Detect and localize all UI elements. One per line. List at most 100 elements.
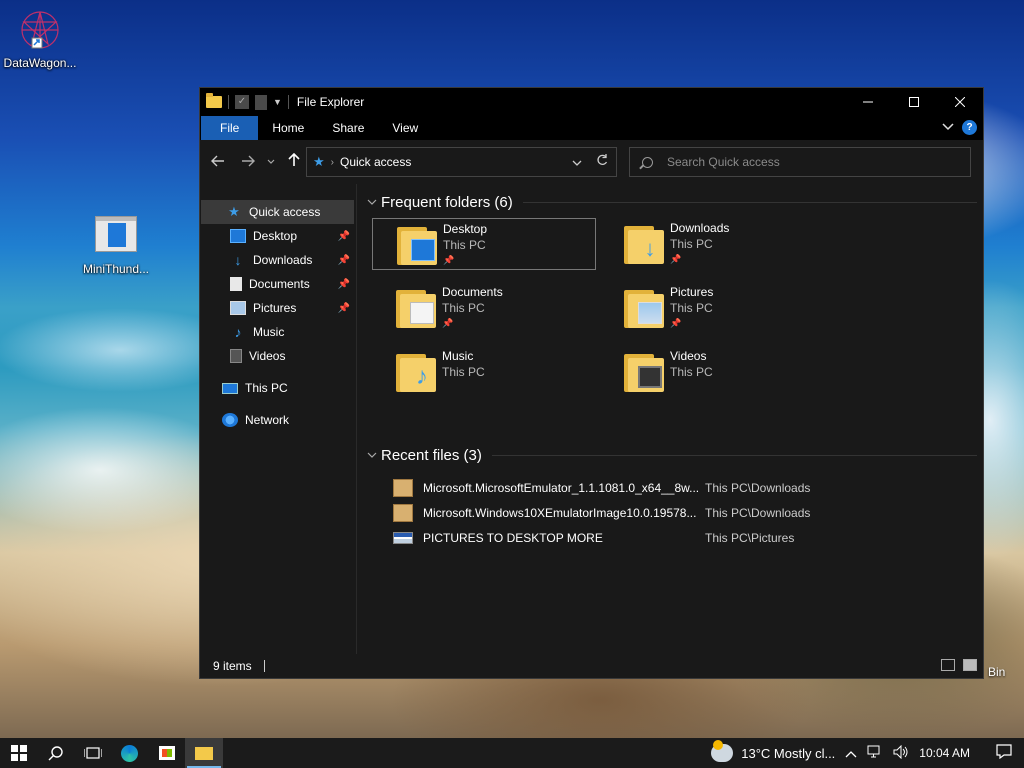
list-item[interactable]: Microsoft.MicrosoftEmulator_1.1.1081.0_x… (365, 475, 983, 500)
clock[interactable]: 10:04 AM (919, 746, 970, 760)
explorer-body: ★ Quick access Desktop 📌 ↓ Downloads 📌 D… (200, 184, 983, 654)
up-arrow-icon (288, 152, 300, 166)
search-input[interactable]: Search Quick access (667, 155, 780, 169)
pictures-folder-icon (624, 286, 664, 328)
address-history-button[interactable] (572, 154, 582, 169)
sidebar-item-documents[interactable]: Documents 📌 (200, 272, 356, 296)
list-item[interactable]: Microsoft.Windows10XEmulatorImage10.0.19… (365, 500, 983, 525)
recent-files-header[interactable]: Recent files (3) (365, 443, 983, 467)
task-view-button[interactable] (74, 738, 111, 768)
chevron-up-icon (845, 750, 857, 757)
image-icon (393, 531, 413, 544)
expand-ribbon-icon[interactable] (942, 122, 954, 134)
refresh-button[interactable] (596, 154, 608, 169)
forward-button[interactable] (236, 154, 260, 171)
details-view-icon[interactable] (941, 659, 955, 671)
show-hidden-icons-button[interactable] (845, 746, 857, 761)
network-status-icon[interactable] (867, 745, 883, 762)
sidebar-item-network[interactable]: Network (200, 408, 356, 432)
folder-tile-videos[interactable]: Videos This PC (600, 346, 824, 398)
up-button[interactable] (282, 152, 306, 171)
sidebar-item-pictures[interactable]: Pictures 📌 (200, 296, 356, 320)
recent-locations-button[interactable] (262, 157, 280, 168)
maximize-icon (909, 97, 919, 107)
title-bar[interactable]: ✓ ▼ File Explorer (200, 88, 983, 116)
store-button[interactable] (148, 738, 185, 768)
new-folder-icon[interactable] (255, 94, 267, 110)
weather-text[interactable]: 13°C Mostly cl... (741, 746, 835, 761)
recycle-bin-label[interactable]: Bin (988, 665, 1005, 679)
videos-folder-icon (624, 350, 664, 392)
help-icon[interactable]: ? (962, 120, 977, 135)
start-button[interactable] (0, 738, 37, 768)
sidebar-item-this-pc[interactable]: This PC (200, 376, 356, 400)
back-button[interactable] (206, 154, 230, 171)
pin-icon: 📌 (337, 278, 350, 290)
breadcrumb-separator-icon[interactable]: › (331, 157, 334, 168)
search-icon (48, 746, 63, 761)
weather-icon[interactable] (711, 740, 734, 762)
folder-tile-documents[interactable]: Documents This PC 📌 (372, 282, 596, 334)
breadcrumb-quick-access[interactable]: Quick access (340, 155, 411, 169)
search-box[interactable]: Search Quick access (629, 147, 971, 177)
chevron-down-icon (572, 160, 582, 166)
volume-icon[interactable] (893, 744, 909, 762)
list-item[interactable]: PICTURES TO DESKTOP MORE This PC\Picture… (365, 525, 983, 550)
downloads-folder-icon: ↓ (624, 222, 664, 264)
folder-name: Desktop (443, 222, 488, 236)
tab-view[interactable]: View (378, 116, 432, 140)
divider (522, 201, 977, 203)
file-path: This PC\Pictures (705, 530, 795, 545)
close-button[interactable] (937, 88, 983, 116)
sidebar-item-quick-access[interactable]: ★ Quick access (201, 200, 354, 224)
back-arrow-icon (211, 155, 224, 166)
search-button[interactable] (37, 738, 74, 768)
pin-icon: 📌 (337, 230, 350, 242)
sidebar-item-downloads[interactable]: ↓ Downloads 📌 (200, 248, 356, 272)
folder-tile-downloads[interactable]: ↓ Downloads This PC 📌 (600, 218, 824, 270)
view-switcher (941, 659, 977, 671)
sidebar-item-desktop[interactable]: Desktop 📌 (200, 224, 356, 248)
properties-icon[interactable]: ✓ (235, 95, 249, 109)
frequent-folders-header[interactable]: Frequent folders (6) (365, 190, 983, 214)
folder-location: This PC (670, 301, 713, 315)
desktop-shortcut-minithunder[interactable]: MiniThund... (76, 216, 156, 276)
edge-button[interactable] (111, 738, 148, 768)
folder-icon (195, 746, 213, 760)
folder-tile-desktop[interactable]: Desktop This PC 📌 (372, 218, 596, 270)
minimize-button[interactable] (845, 88, 891, 116)
desktop-shortcut-datawagon[interactable]: DataWagon... (0, 8, 80, 70)
address-bar[interactable]: ★ › Quick access (306, 147, 617, 177)
tab-share[interactable]: Share (318, 116, 378, 140)
collapse-chevron-icon[interactable] (367, 450, 381, 461)
sidebar-item-label: Network (245, 413, 290, 427)
minimize-icon (863, 101, 873, 103)
customize-toolbar-icon[interactable]: ▼ (273, 97, 282, 107)
music-icon: ♪ (234, 324, 242, 340)
tab-home[interactable]: Home (258, 116, 318, 140)
ribbon-tabs: File Home Share View ? (200, 116, 983, 140)
folder-tile-music[interactable]: ♪ Music This PC (372, 346, 596, 398)
notification-center-button[interactable] (984, 743, 1024, 763)
collapse-chevron-icon[interactable] (367, 197, 381, 208)
folder-location: This PC (443, 238, 486, 252)
navigation-bar: ★ › Quick access Search Quick access (200, 140, 983, 184)
sidebar-item-music[interactable]: ♪ Music (200, 320, 356, 344)
sidebar-item-label: Quick access (249, 205, 321, 219)
tab-file[interactable]: File (201, 116, 259, 140)
windows-logo-icon (10, 745, 27, 761)
system-tray: 13°C Mostly cl... 10:04 AM (711, 738, 1024, 768)
file-explorer-taskbar-button[interactable] (185, 738, 223, 768)
status-bar: 9 items (200, 654, 983, 678)
sidebar-item-label: Downloads (253, 253, 313, 267)
folder-location: This PC (670, 365, 713, 379)
folder-name: Documents (442, 285, 503, 299)
desktop-icon-label: MiniThund... (82, 262, 150, 276)
sidebar-item-videos[interactable]: Videos (200, 344, 356, 368)
package-icon (393, 478, 413, 497)
maximize-button[interactable] (891, 88, 937, 116)
file-path: This PC\Downloads (705, 480, 811, 495)
folder-tile-pictures[interactable]: Pictures This PC 📌 (600, 282, 824, 334)
large-icons-view-icon[interactable] (963, 659, 977, 671)
documents-folder-icon (396, 286, 436, 328)
